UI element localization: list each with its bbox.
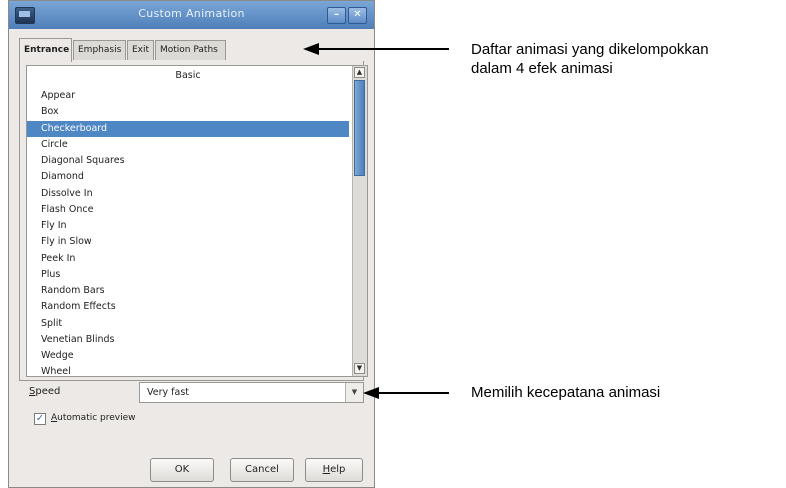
list-item[interactable]: Wheel bbox=[27, 364, 349, 376]
speed-label: Speed bbox=[29, 386, 61, 397]
speed-pointer-line bbox=[378, 392, 449, 394]
list-item[interactable]: Dissolve In bbox=[27, 186, 349, 202]
cancel-button[interactable]: Cancel bbox=[230, 458, 294, 482]
list-item[interactable]: Plus bbox=[27, 267, 349, 283]
list-item[interactable]: Wedge bbox=[27, 348, 349, 364]
automatic-preview-checkbox[interactable]: ✓ bbox=[34, 413, 46, 425]
list-item[interactable]: Diagonal Squares bbox=[27, 153, 349, 169]
list-item[interactable]: Peek In bbox=[27, 251, 349, 267]
tab-entrance[interactable]: Entrance bbox=[19, 38, 72, 62]
tabs-pointer-arrowhead bbox=[303, 43, 319, 55]
title-bar[interactable]: Custom Animation – ✕ bbox=[9, 1, 374, 29]
chevron-down-icon[interactable]: ▼ bbox=[345, 383, 363, 402]
scrollbar-thumb[interactable] bbox=[354, 80, 365, 176]
tabs-pointer-line bbox=[318, 48, 449, 50]
list-item[interactable]: Circle bbox=[27, 137, 349, 153]
list-category-header: Basic bbox=[175, 70, 201, 81]
speed-value: Very fast bbox=[147, 387, 189, 398]
speed-annotation: Memilih kecepatana animasi bbox=[471, 384, 661, 401]
tab-exit[interactable]: Exit bbox=[127, 40, 154, 60]
list-item[interactable]: Fly in Slow bbox=[27, 234, 349, 250]
minimize-icon[interactable]: – bbox=[327, 7, 346, 24]
close-icon[interactable]: ✕ bbox=[348, 7, 367, 24]
list-item[interactable]: Diamond bbox=[27, 169, 349, 185]
list-item[interactable]: Flash Once bbox=[27, 202, 349, 218]
list-items: Appear Box Checkerboard Circle Diagonal Squa… bbox=[27, 88, 349, 376]
list-item[interactable]: Fly In bbox=[27, 218, 349, 234]
effects-list[interactable]: Basic Appear Box Checkerboard Circle Diagona… bbox=[26, 65, 368, 377]
vertical-scrollbar[interactable]: ▲ ▼ bbox=[352, 66, 367, 376]
list-item[interactable]: Random Effects bbox=[27, 299, 349, 315]
speed-select[interactable]: Very fast ▼ bbox=[139, 382, 364, 403]
list-item[interactable]: Random Bars bbox=[27, 283, 349, 299]
speed-pointer-arrowhead bbox=[363, 387, 379, 399]
list-item[interactable]: Venetian Blinds bbox=[27, 332, 349, 348]
help-button[interactable]: Help bbox=[305, 458, 363, 482]
tab-emphasis[interactable]: Emphasis bbox=[73, 40, 126, 60]
custom-animation-dialog: Custom Animation – ✕ Entrance Emphasis E… bbox=[8, 0, 375, 488]
tab-motion-paths[interactable]: Motion Paths bbox=[155, 40, 226, 60]
ok-button[interactable]: OK bbox=[150, 458, 214, 482]
scroll-up-icon[interactable]: ▲ bbox=[354, 67, 365, 78]
scroll-down-icon[interactable]: ▼ bbox=[354, 363, 365, 374]
automatic-preview-label[interactable]: Automatic preview bbox=[51, 413, 136, 423]
list-item[interactable]: Appear bbox=[27, 88, 349, 104]
list-item[interactable]: Box bbox=[27, 104, 349, 120]
tabs-annotation: Daftar animasi yang dikelompokkan dalam … bbox=[471, 41, 709, 77]
window-title: Custom Animation bbox=[138, 7, 245, 20]
list-item[interactable]: Split bbox=[27, 316, 349, 332]
list-item[interactable]: Checkerboard bbox=[27, 120, 349, 137]
